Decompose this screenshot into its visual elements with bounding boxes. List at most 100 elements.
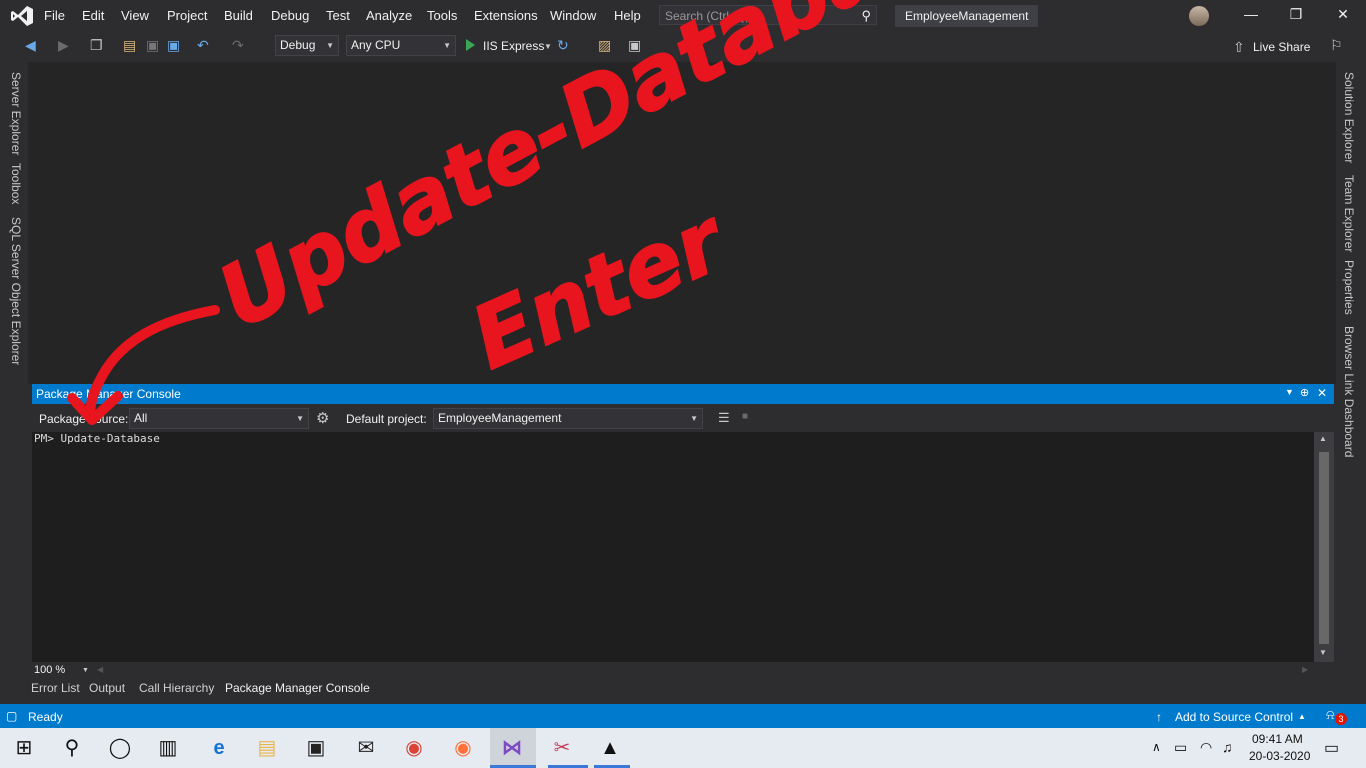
add-to-source-control-button[interactable]: Add to Source Control (1175, 710, 1293, 724)
action-center-icon[interactable]: ▭ (1324, 738, 1339, 758)
status-text: Ready (28, 710, 63, 724)
properties-tab[interactable]: Properties (1342, 260, 1356, 315)
scroll-right-icon[interactable]: ▶ (1302, 665, 1308, 674)
menu-help[interactable]: Help (614, 8, 641, 23)
search-icon[interactable]: ⚲ (56, 733, 88, 763)
menu-debug[interactable]: Debug (271, 8, 309, 23)
refresh-icon[interactable]: ↻ (557, 37, 569, 54)
tab-package-manager-console[interactable]: Package Manager Console (225, 681, 370, 695)
clear-console-icon[interactable]: ☰ (718, 410, 730, 426)
chevron-down-icon: ▼ (296, 414, 304, 423)
redo-icon[interactable]: ↷ (232, 37, 244, 54)
live-share-button[interactable]: Live Share (1253, 40, 1310, 54)
store-icon[interactable]: ▣ (300, 733, 332, 763)
file-explorer-icon[interactable]: ▤ (251, 733, 283, 763)
notification-count-badge: 3 (1335, 713, 1347, 725)
visual-studio-logo-icon[interactable] (10, 5, 34, 27)
console-footer (32, 662, 1334, 678)
minimize-icon[interactable]: — (1241, 6, 1261, 22)
window-menu-icon[interactable]: ▼ (1285, 387, 1294, 397)
solution-explorer-tab[interactable]: Solution Explorer (1342, 72, 1356, 163)
new-project-icon[interactable]: ❐ (90, 37, 103, 54)
save-icon[interactable]: ▣ (146, 37, 159, 54)
run-target-button[interactable]: IIS Express (483, 39, 544, 53)
restore-icon[interactable]: ❐ (1286, 6, 1306, 23)
screenshot-icon[interactable]: ▣ (628, 37, 641, 54)
menu-view[interactable]: View (121, 8, 149, 23)
visual-studio-taskbar-icon[interactable]: ⋈ (496, 733, 528, 763)
photos-icon[interactable]: ▲ (594, 733, 626, 763)
clock-time[interactable]: 09:41 AM (1252, 732, 1303, 746)
windows-start-icon[interactable]: ⊞ (8, 733, 40, 763)
menu-edit[interactable]: Edit (82, 8, 104, 23)
search-icon: ⚲ (861, 8, 871, 23)
console-title-bar[interactable] (32, 384, 1334, 404)
console-prompt-line: PM> Update-Database (34, 432, 160, 445)
settings-gear-icon[interactable]: ⚙ (316, 409, 329, 427)
menu-build[interactable]: Build (224, 8, 253, 23)
pin-icon[interactable]: ⊕ (1300, 386, 1309, 399)
cortana-icon[interactable]: ◯ (104, 733, 136, 763)
chevron-down-icon[interactable]: ▼ (82, 667, 89, 674)
volume-icon[interactable]: ♫ (1222, 739, 1233, 755)
mail-icon[interactable]: ✉ (350, 733, 382, 763)
chrome-icon[interactable]: ◉ (398, 733, 430, 763)
menu-test[interactable]: Test (326, 8, 350, 23)
battery-icon[interactable]: ▭ (1174, 739, 1187, 756)
back-icon[interactable]: ◀ (25, 37, 36, 54)
tab-call-hierarchy[interactable]: Call Hierarchy (139, 681, 214, 695)
feedback-icon[interactable]: ⚐ (1330, 37, 1343, 54)
sql-server-object-explorer-tab[interactable]: SQL Server Object Explorer (9, 217, 23, 365)
save-all-icon[interactable]: ▣ (167, 37, 180, 54)
close-panel-icon[interactable]: ✕ (1317, 386, 1327, 400)
show-hidden-icons[interactable]: ∧ (1152, 740, 1161, 754)
solution-name-badge: EmployeeManagement (895, 5, 1039, 27)
default-project-select[interactable]: EmployeeManagement ▼ (433, 408, 703, 429)
left-tool-rail (0, 62, 27, 702)
user-avatar[interactable] (1189, 6, 1209, 26)
browser-link-icon[interactable]: ▨ (598, 37, 611, 54)
configuration-value: Debug (280, 38, 316, 52)
clock-date[interactable]: 20-03-2020 (1249, 749, 1310, 763)
arrow-up-icon: ↑ (1156, 710, 1162, 724)
chevron-up-icon[interactable]: ▲ (1298, 712, 1306, 721)
close-icon[interactable]: ✕ (1333, 6, 1353, 23)
zoom-level[interactable]: 100 % (34, 664, 65, 676)
menu-extensions[interactable]: Extensions (474, 8, 538, 23)
snipping-tool-icon[interactable]: ✂ (546, 733, 578, 763)
configuration-select[interactable]: Debug ▼ (275, 35, 339, 56)
firefox-icon[interactable]: ◉ (447, 733, 479, 763)
task-view-icon[interactable]: ▥ (152, 733, 184, 763)
scroll-up-icon[interactable]: ▲ (1319, 434, 1327, 443)
undo-icon[interactable]: ↶ (197, 37, 209, 54)
scroll-left-icon[interactable]: ◀ (97, 665, 103, 674)
menu-file[interactable]: File (44, 8, 65, 23)
chevron-down-icon: ▼ (690, 414, 698, 423)
menu-analyze[interactable]: Analyze (366, 8, 412, 23)
package-source-select[interactable]: All ▼ (129, 408, 309, 429)
tab-error-list[interactable]: Error List (31, 681, 80, 695)
notifications-bell-icon[interactable]: ⍾ (1326, 707, 1335, 723)
run-play-icon[interactable] (466, 39, 475, 51)
menu-tools[interactable]: Tools (427, 8, 457, 23)
scrollbar-thumb[interactable] (1319, 452, 1329, 644)
scroll-down-icon[interactable]: ▼ (1319, 648, 1327, 657)
wifi-icon[interactable]: ◠ (1200, 739, 1212, 756)
edge-browser-icon[interactable]: e (203, 733, 235, 763)
team-explorer-tab[interactable]: Team Explorer (1342, 175, 1356, 252)
console-output[interactable] (32, 432, 1314, 662)
menu-window[interactable]: Window (550, 8, 596, 23)
menu-project[interactable]: Project (167, 8, 207, 23)
tab-output[interactable]: Output (89, 681, 125, 695)
run-target-dropdown-icon[interactable]: ▼ (544, 42, 552, 51)
status-window-icon: ▢ (6, 709, 18, 723)
platform-select[interactable]: Any CPU ▼ (346, 35, 456, 56)
open-folder-icon[interactable]: ▤ (123, 37, 136, 54)
console-title: Package Manager Console (36, 387, 181, 401)
search-input[interactable]: Search (Ctrl+Q) ⚲ (659, 5, 877, 25)
browser-link-dashboard-tab[interactable]: Browser Link Dashboard (1342, 326, 1356, 457)
stop-command-icon[interactable]: ■ (742, 411, 748, 422)
forward-icon[interactable]: ▶ (58, 37, 69, 54)
server-explorer-tab[interactable]: Server Explorer (9, 72, 23, 155)
toolbox-tab[interactable]: Toolbox (9, 163, 23, 204)
